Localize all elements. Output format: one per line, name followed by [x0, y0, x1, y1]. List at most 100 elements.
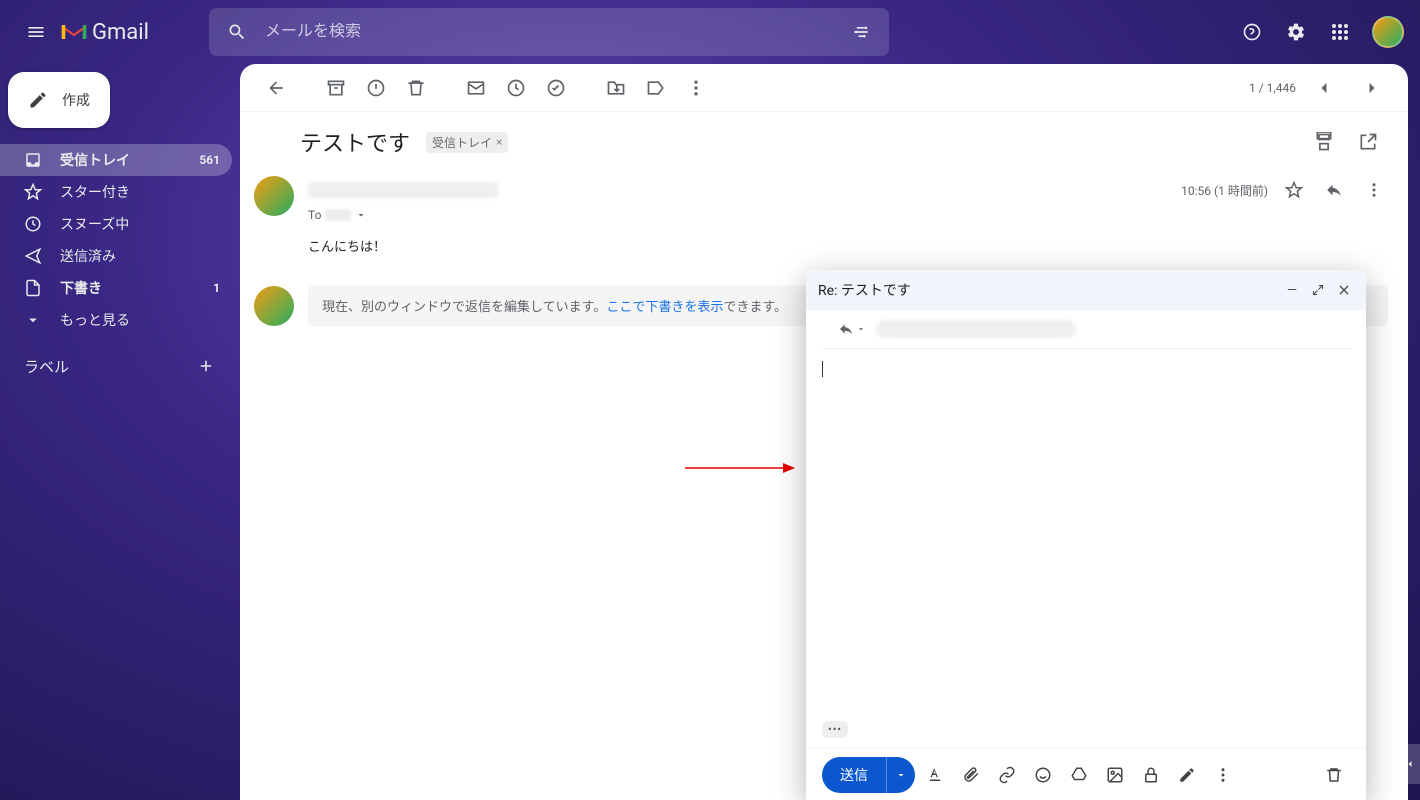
delete-button[interactable] [396, 68, 436, 108]
next-email-button[interactable] [1352, 68, 1392, 108]
sidebar-item-inbox[interactable]: 受信トレイ 561 [0, 144, 232, 176]
sidebar-item-more[interactable]: もっと見る [0, 304, 232, 336]
show-draft-here-link[interactable]: ここで下書きを表示 [606, 300, 723, 315]
pencil-icon [28, 90, 48, 110]
my-avatar [254, 286, 294, 326]
open-new-window-button[interactable] [1348, 122, 1388, 162]
chevron-down-icon [24, 311, 42, 329]
side-panel-toggle[interactable] [1400, 744, 1420, 784]
discard-draft-button[interactable] [1318, 759, 1350, 791]
email-toolbar: 1 / 1,446 [240, 64, 1408, 112]
mark-unread-button[interactable] [456, 68, 496, 108]
app-name: Gmail [92, 20, 149, 45]
fullscreen-button[interactable] [1308, 280, 1328, 300]
add-task-button[interactable] [536, 68, 576, 108]
back-button[interactable] [256, 68, 296, 108]
draft-icon [24, 279, 42, 297]
insert-link-button[interactable] [991, 759, 1023, 791]
search-bar [209, 8, 889, 56]
inbox-label: 受信トレイ [60, 150, 130, 170]
email-timestamp: 10:56 (1 時間前) [1181, 182, 1268, 199]
spam-button[interactable] [356, 68, 396, 108]
inbox-label-chip: 受信トレイ × [426, 132, 508, 153]
search-icon[interactable] [217, 12, 257, 52]
clock-icon [24, 215, 42, 233]
annotation-arrow [685, 462, 795, 474]
email-more-button[interactable] [1360, 176, 1388, 204]
gmail-icon [60, 21, 88, 43]
add-label-button[interactable] [192, 352, 220, 380]
confidential-mode-button[interactable] [1135, 759, 1167, 791]
compose-title-bar[interactable]: Re: テストです — [806, 270, 1366, 310]
send-options-button[interactable] [887, 757, 915, 793]
settings-icon[interactable] [1276, 12, 1316, 52]
expand-details-icon[interactable] [355, 209, 367, 221]
prev-email-button[interactable] [1304, 68, 1344, 108]
minimize-button[interactable]: — [1282, 280, 1302, 300]
compose-window: Re: テストです — ••• 送信 [806, 270, 1366, 800]
email-subject: テストです [300, 126, 410, 158]
move-to-button[interactable] [596, 68, 636, 108]
sidebar-item-sent[interactable]: 送信済み [0, 240, 232, 272]
remove-label-button[interactable]: × [496, 135, 502, 149]
more-label: もっと見る [60, 310, 130, 330]
sidebar-item-starred[interactable]: スター付き [0, 176, 232, 208]
account-avatar[interactable] [1372, 16, 1404, 48]
formatting-button[interactable] [919, 759, 951, 791]
compose-subject: Re: テストです [818, 280, 911, 300]
insert-emoji-button[interactable] [1027, 759, 1059, 791]
sidebar-item-drafts[interactable]: 下書き 1 [0, 272, 232, 304]
star-icon [24, 183, 42, 201]
attach-file-button[interactable] [955, 759, 987, 791]
show-trimmed-content-button[interactable]: ••• [822, 721, 848, 738]
compose-body[interactable]: ••• [806, 349, 1366, 748]
text-cursor [822, 361, 823, 377]
labels-button[interactable] [636, 68, 676, 108]
insert-photo-button[interactable] [1099, 759, 1131, 791]
gmail-logo[interactable]: Gmail [60, 20, 149, 45]
close-compose-button[interactable] [1334, 280, 1354, 300]
sent-label: 送信済み [60, 246, 116, 266]
compose-button[interactable]: 作成 [8, 72, 110, 128]
pagination-text: 1 / 1,446 [1249, 81, 1296, 95]
snoozed-label: スヌーズ中 [60, 214, 129, 234]
sidebar-item-snoozed[interactable]: スヌーズ中 [0, 208, 232, 240]
send-button-group: 送信 [822, 757, 915, 793]
search-options-icon[interactable] [841, 12, 881, 52]
drafts-label: 下書き [60, 278, 102, 298]
compose-more-button[interactable] [1207, 759, 1239, 791]
inbox-icon [24, 151, 42, 169]
main-menu-button[interactable] [16, 12, 56, 52]
reply-button[interactable] [1320, 176, 1348, 204]
insert-drive-button[interactable] [1063, 759, 1095, 791]
reply-type-button[interactable] [838, 321, 866, 337]
app-header: Gmail [0, 0, 1420, 64]
labels-title: ラベル [24, 356, 69, 377]
snooze-button[interactable] [496, 68, 536, 108]
labels-section-header: ラベル [0, 352, 232, 380]
plus-icon [197, 357, 215, 375]
sender-avatar [254, 176, 294, 216]
sent-icon [24, 247, 42, 265]
print-button[interactable] [1304, 122, 1344, 162]
compose-recipient-redacted [876, 320, 1076, 338]
google-apps-icon[interactable] [1320, 12, 1360, 52]
compose-label: 作成 [62, 90, 90, 110]
starred-label: スター付き [60, 182, 130, 202]
more-actions-button[interactable] [676, 68, 716, 108]
star-email-button[interactable] [1280, 176, 1308, 204]
send-button[interactable]: 送信 [822, 757, 887, 793]
email-body: こんにちは！ [308, 236, 1388, 255]
insert-signature-button[interactable] [1171, 759, 1203, 791]
archive-button[interactable] [316, 68, 356, 108]
sidebar: 作成 受信トレイ 561 スター付き スヌーズ中 送信済み 下書き 1 もっと見… [0, 64, 240, 800]
sender-name-redacted [308, 182, 498, 198]
support-icon[interactable] [1232, 12, 1272, 52]
to-row[interactable]: To [308, 208, 1388, 222]
drafts-count: 1 [213, 281, 220, 295]
recipient-redacted [325, 209, 351, 221]
inbox-count: 561 [199, 153, 220, 167]
search-input[interactable] [257, 23, 841, 41]
compose-recipients-row[interactable] [822, 310, 1350, 349]
compose-toolbar: 送信 [806, 748, 1366, 800]
